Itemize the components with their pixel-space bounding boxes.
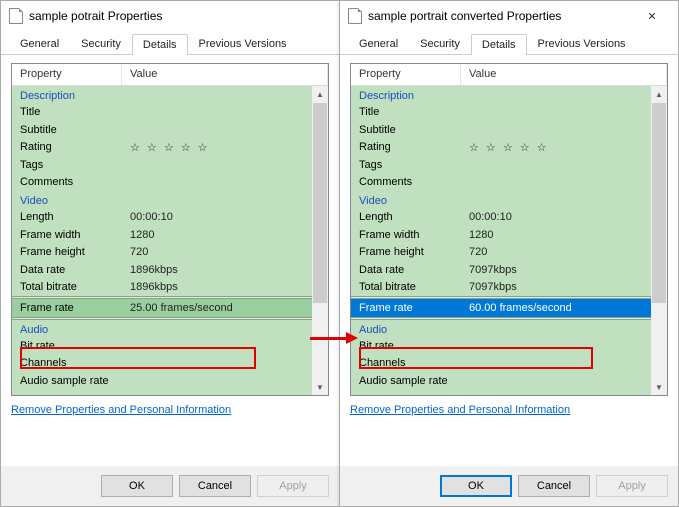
column-headers: Property Value bbox=[12, 64, 328, 86]
close-icon: ✕ bbox=[647, 10, 656, 23]
group-video: Video bbox=[351, 191, 651, 209]
properties-dialog-converted: sample portrait converted Properties ✕ G… bbox=[339, 0, 679, 507]
row-data-rate[interactable]: Data rate7097kbps bbox=[351, 261, 651, 279]
row-rating[interactable]: Rating☆ ☆ ☆ ☆ ☆ bbox=[351, 139, 651, 157]
tab-previous-versions[interactable]: Previous Versions bbox=[188, 33, 298, 54]
property-rows: Description Title Subtitle Rating☆ ☆ ☆ ☆… bbox=[12, 86, 312, 395]
details-pane: Property Value Description Title Subtitl… bbox=[340, 55, 678, 453]
document-icon bbox=[348, 8, 362, 24]
row-comments[interactable]: Comments bbox=[351, 174, 651, 192]
tab-details[interactable]: Details bbox=[471, 34, 527, 55]
row-frame-height[interactable]: Frame height720 bbox=[12, 244, 312, 262]
row-tags[interactable]: Tags bbox=[351, 156, 651, 174]
column-headers: Property Value bbox=[351, 64, 667, 86]
ok-button[interactable]: OK bbox=[440, 475, 512, 497]
scroll-thumb[interactable] bbox=[652, 103, 666, 303]
apply-button: Apply bbox=[596, 475, 668, 497]
row-frame-rate[interactable]: Frame rate60.00 frames/second bbox=[351, 299, 651, 317]
tab-strip: General Security Details Previous Versio… bbox=[1, 31, 339, 55]
titlebar: sample portrait converted Properties ✕ bbox=[340, 1, 678, 31]
scroll-down-icon[interactable]: ▼ bbox=[312, 379, 328, 395]
scroll-up-icon[interactable]: ▲ bbox=[651, 86, 667, 102]
group-description: Description bbox=[351, 86, 651, 104]
dialog-footer: OK Cancel Apply bbox=[340, 466, 678, 506]
scrollbar[interactable]: ▲ ▼ bbox=[651, 86, 667, 395]
row-length[interactable]: Length00:00:10 bbox=[12, 209, 312, 227]
dialog-footer: OK Cancel Apply bbox=[1, 466, 339, 506]
row-comments[interactable]: Comments bbox=[12, 174, 312, 192]
scroll-down-icon[interactable]: ▼ bbox=[651, 379, 667, 395]
remove-properties-link[interactable]: Remove Properties and Personal Informati… bbox=[350, 404, 570, 416]
details-pane: Property Value Description Title Subtitl… bbox=[1, 55, 339, 453]
close-button[interactable]: ✕ bbox=[630, 2, 674, 30]
row-frame-height[interactable]: Frame height720 bbox=[351, 244, 651, 262]
row-frame-width[interactable]: Frame width1280 bbox=[351, 226, 651, 244]
cancel-button[interactable]: Cancel bbox=[518, 475, 590, 497]
scroll-up-icon[interactable]: ▲ bbox=[312, 86, 328, 102]
group-description: Description bbox=[12, 86, 312, 104]
row-length[interactable]: Length00:00:10 bbox=[351, 209, 651, 227]
row-rating[interactable]: Rating☆ ☆ ☆ ☆ ☆ bbox=[12, 139, 312, 157]
group-audio: Audio bbox=[12, 320, 312, 338]
group-video: Video bbox=[12, 191, 312, 209]
titlebar: sample potrait Properties bbox=[1, 1, 339, 31]
row-bit-rate[interactable]: Bit rate bbox=[351, 337, 651, 355]
ok-button[interactable]: OK bbox=[101, 475, 173, 497]
tab-general[interactable]: General bbox=[348, 33, 409, 54]
property-rows: Description Title Subtitle Rating☆ ☆ ☆ ☆… bbox=[351, 86, 651, 395]
row-frame-rate[interactable]: Frame rate25.00 frames/second bbox=[12, 299, 312, 317]
row-title[interactable]: Title bbox=[12, 104, 312, 122]
properties-dialog-original: sample potrait Properties General Securi… bbox=[0, 0, 340, 507]
header-value[interactable]: Value bbox=[461, 64, 667, 85]
cancel-button[interactable]: Cancel bbox=[179, 475, 251, 497]
tab-general[interactable]: General bbox=[9, 33, 70, 54]
row-audio-sample-rate[interactable]: Audio sample rate bbox=[12, 372, 312, 390]
property-list[interactable]: Property Value Description Title Subtitl… bbox=[11, 63, 329, 396]
document-icon bbox=[9, 8, 23, 24]
scrollbar[interactable]: ▲ ▼ bbox=[312, 86, 328, 395]
row-frame-width[interactable]: Frame width1280 bbox=[12, 226, 312, 244]
row-bit-rate[interactable]: Bit rate bbox=[12, 337, 312, 355]
row-total-bitrate[interactable]: Total bitrate1896kbps bbox=[12, 279, 312, 297]
tab-previous-versions[interactable]: Previous Versions bbox=[527, 33, 637, 54]
header-property[interactable]: Property bbox=[12, 64, 122, 85]
row-subtitle[interactable]: Subtitle bbox=[351, 121, 651, 139]
row-total-bitrate[interactable]: Total bitrate7097kbps bbox=[351, 279, 651, 297]
apply-button: Apply bbox=[257, 475, 329, 497]
header-property[interactable]: Property bbox=[351, 64, 461, 85]
row-data-rate[interactable]: Data rate1896kbps bbox=[12, 261, 312, 279]
row-audio-sample-rate[interactable]: Audio sample rate bbox=[351, 372, 651, 390]
property-list[interactable]: Property Value Description Title Subtitl… bbox=[350, 63, 668, 396]
tab-security[interactable]: Security bbox=[70, 33, 132, 54]
tab-details[interactable]: Details bbox=[132, 34, 188, 55]
row-subtitle[interactable]: Subtitle bbox=[12, 121, 312, 139]
remove-properties-link[interactable]: Remove Properties and Personal Informati… bbox=[11, 404, 231, 416]
window-title: sample portrait converted Properties bbox=[368, 9, 630, 23]
window-title: sample potrait Properties bbox=[29, 9, 335, 23]
row-channels[interactable]: Channels bbox=[351, 355, 651, 373]
row-tags[interactable]: Tags bbox=[12, 156, 312, 174]
scroll-thumb[interactable] bbox=[313, 103, 327, 303]
tab-security[interactable]: Security bbox=[409, 33, 471, 54]
group-audio: Audio bbox=[351, 320, 651, 338]
row-channels[interactable]: Channels bbox=[12, 355, 312, 373]
tab-strip: General Security Details Previous Versio… bbox=[340, 31, 678, 55]
row-title[interactable]: Title bbox=[351, 104, 651, 122]
header-value[interactable]: Value bbox=[122, 64, 328, 85]
